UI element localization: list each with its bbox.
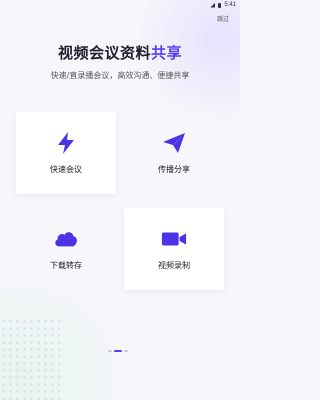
onboarding-screen: 5:41 跳过 视频会议资料共享 快速/直录播会议，高效沟通、便捷共享 快速会议…	[0, 0, 240, 400]
page-dot	[124, 350, 128, 352]
page-subtitle: 快速/直录播会议，高效沟通、便捷共享	[50, 71, 190, 80]
signal-icon	[210, 2, 216, 8]
cloud-icon	[53, 226, 79, 252]
page-indicator	[108, 350, 128, 352]
status-time: 5:41	[224, 2, 236, 8]
feature-card-share[interactable]: 传播分享	[124, 112, 224, 194]
page-title: 视频会议资料共享	[0, 42, 240, 63]
title-main: 视频会议资料	[57, 44, 151, 62]
video-camera-icon	[161, 226, 187, 252]
feature-card-quick-meeting[interactable]: 快速会议	[16, 112, 116, 194]
decorative-dot-grid	[0, 318, 60, 400]
feature-card-download[interactable]: 下载转存	[16, 208, 116, 290]
page-dot-active	[114, 350, 122, 352]
status-bar: 5:41	[0, 0, 240, 10]
feature-label: 视频录制	[158, 261, 190, 270]
feature-card-video-record[interactable]: 视频录制	[124, 208, 224, 290]
feature-label: 下载转存	[50, 261, 82, 270]
title-accent: 共享	[151, 44, 183, 62]
lightning-icon	[53, 130, 79, 156]
page-dot	[108, 350, 112, 352]
feature-label: 快速会议	[50, 165, 82, 174]
skip-button[interactable]: 跳过	[217, 14, 229, 23]
feature-label: 传播分享	[158, 165, 190, 174]
battery-icon	[218, 2, 222, 8]
paper-plane-icon	[161, 130, 187, 156]
